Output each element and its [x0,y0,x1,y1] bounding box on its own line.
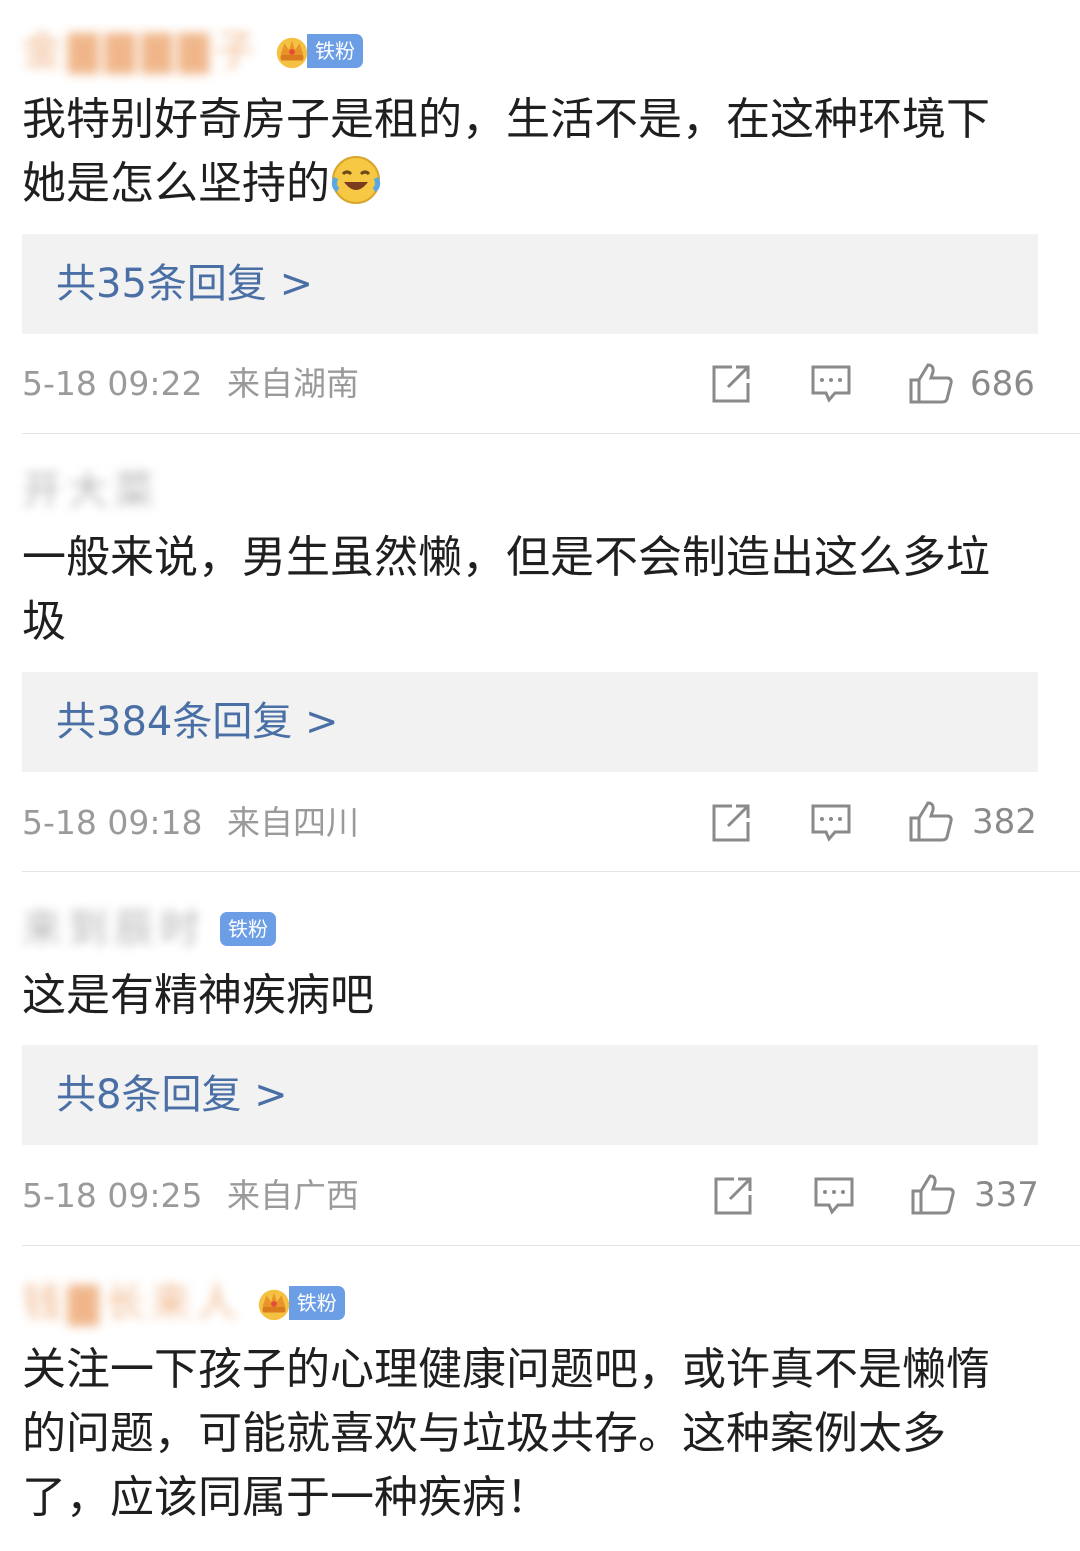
comment-1-header: 金▇▇▇▇子 铁粉 [22,28,364,74]
username[interactable]: 开大菜 [22,468,160,514]
comment-text: 关注一下孩子的心理健康问题吧，或许真不是懒惰的问题，可能就喜欢与垃圾共存。这种案… [22,1344,990,1523]
comment-text: 一般来说，男生虽然懒，但是不会制造出这么多垃圾 [22,532,990,647]
comment-4-header: 钱▇长来人 铁粉 [22,1280,345,1326]
view-replies-button[interactable]: 共8条回复 > [22,1045,1038,1145]
username[interactable]: 来到辰时 [22,906,206,952]
view-replies-button[interactable]: 共384条回复 > [22,672,1038,772]
view-replies-button[interactable]: 共35条回复 > [22,234,1038,334]
comment-text: 我特别好奇房子是租的，生活不是，在这种环境下她是怎么坚持的 [22,94,990,209]
thumbs-up-icon[interactable] [908,800,954,842]
crown-icon [258,1289,289,1321]
like-count: 686 [970,364,1035,404]
fan-badge: 铁粉 [307,34,364,68]
share-icon[interactable] [712,1175,754,1217]
laughing-crying-emoji [331,156,381,204]
comment-meta: 5-18 09:18 来自四川 [22,801,359,845]
timestamp: 5-18 09:25 [22,1176,203,1215]
comment-icon[interactable] [810,363,852,405]
location: 来自湖南 [227,364,359,403]
timestamp: 5-18 09:22 [22,364,203,403]
comment-icon[interactable] [810,802,852,844]
like-count: 382 [972,802,1037,842]
divider [22,1245,1080,1246]
username[interactable]: 钱▇长来人 [22,1280,243,1326]
fan-badge: 铁粉 [288,1286,345,1320]
like-count: 337 [974,1175,1039,1215]
comment-meta: 5-18 09:25 来自广西 [22,1174,359,1218]
thumbs-up-icon[interactable] [908,362,954,404]
username[interactable]: 金▇▇▇▇子 [22,28,261,74]
divider [22,871,1080,872]
comment-text: 这是有精神疾病吧 [22,970,374,1021]
comment-meta: 5-18 09:22 来自湖南 [22,362,359,406]
location: 来自广西 [227,1176,359,1215]
location: 来自四川 [227,803,359,842]
comment-2-header: 开大菜 [22,468,160,514]
comment-icon[interactable] [813,1175,855,1217]
fan-badge: 铁粉 [220,912,276,946]
crown-icon [276,37,308,69]
thumbs-up-icon[interactable] [910,1173,956,1215]
timestamp: 5-18 09:18 [22,803,203,842]
share-icon[interactable] [710,363,752,405]
comment-3-header: 来到辰时 铁粉 [22,906,276,952]
share-icon[interactable] [710,802,752,844]
divider [22,433,1080,434]
